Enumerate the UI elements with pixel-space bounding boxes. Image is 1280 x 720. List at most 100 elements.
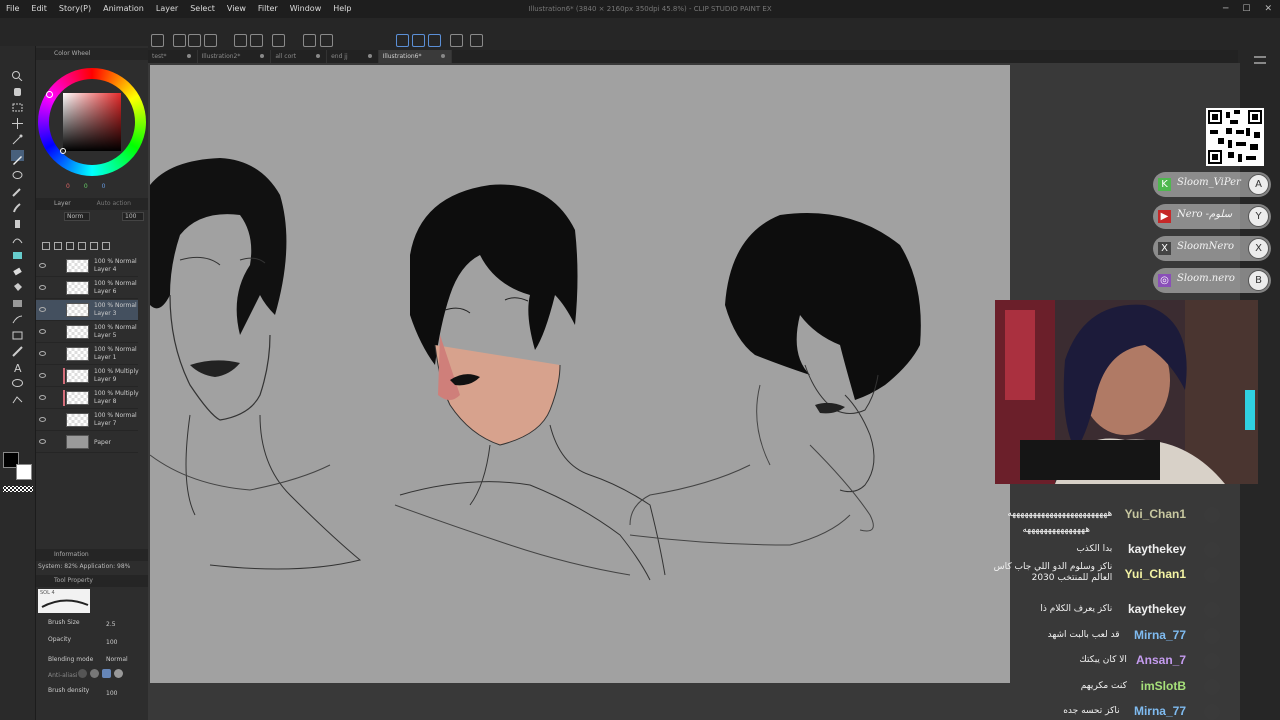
- crop-icon[interactable]: [320, 34, 333, 47]
- wand-tool-icon[interactable]: [11, 130, 24, 145]
- settings-icon[interactable]: [470, 34, 483, 47]
- layer-row[interactable]: 100 % Normal Layer 1: [36, 344, 138, 365]
- tab-close-icon[interactable]: [441, 54, 446, 58]
- tab-layer[interactable]: Layer: [54, 200, 71, 207]
- snap-ruler-icon[interactable]: [412, 34, 425, 47]
- tab-test[interactable]: test*: [148, 50, 198, 63]
- zoom-tool-icon[interactable]: [11, 66, 24, 82]
- menu-layer[interactable]: Layer: [150, 0, 184, 18]
- gradient-tool-icon[interactable]: [11, 294, 24, 307]
- tab-all-cort[interactable]: all cort: [271, 50, 328, 63]
- lasso-tool-icon[interactable]: [11, 166, 24, 179]
- delete-layer-icon[interactable]: [102, 242, 110, 250]
- blend-tool-icon[interactable]: [11, 246, 24, 259]
- pen-tool-icon[interactable]: [11, 150, 24, 165]
- figure-tool-icon[interactable]: [11, 310, 24, 324]
- drawing-canvas[interactable]: [150, 65, 1010, 683]
- text-tool-icon[interactable]: A: [11, 358, 24, 375]
- visibility-eye-icon[interactable]: [39, 329, 46, 334]
- layer-opacity-field[interactable]: 100: [122, 212, 144, 221]
- visibility-eye-icon[interactable]: [39, 373, 46, 378]
- device-icon[interactable]: [450, 34, 463, 47]
- tab-close-icon[interactable]: [316, 54, 321, 58]
- brush-size-value[interactable]: 2.5: [106, 621, 116, 628]
- merge-icon[interactable]: [90, 242, 98, 250]
- select-tool-icon[interactable]: [11, 98, 24, 112]
- aa-weak-icon[interactable]: [90, 669, 99, 678]
- visibility-eye-icon[interactable]: [39, 417, 46, 422]
- layer-row[interactable]: Paper: [36, 432, 138, 453]
- new-raster-layer-icon[interactable]: [42, 242, 50, 250]
- mask-icon[interactable]: [78, 242, 86, 250]
- eraser-tool-icon[interactable]: [11, 262, 24, 276]
- menu-edit[interactable]: Edit: [25, 0, 53, 18]
- ruler-tool-icon[interactable]: [11, 342, 24, 357]
- move-tool-icon[interactable]: [11, 114, 24, 129]
- brush-tool-icon[interactable]: [11, 198, 24, 213]
- undo-icon[interactable]: [234, 34, 247, 47]
- layer-row[interactable]: 100 % Normal Layer 3: [36, 300, 138, 321]
- menu-story[interactable]: Story(P): [53, 0, 97, 18]
- layer-row[interactable]: 100 % Normal Layer 5: [36, 322, 138, 343]
- dock-menu-icon[interactable]: [1254, 56, 1266, 64]
- visibility-eye-icon[interactable]: [39, 285, 46, 290]
- sub-color-swatch[interactable]: [16, 464, 32, 480]
- maximize-icon[interactable]: ☐: [1242, 3, 1250, 15]
- layer-row[interactable]: 100 % Normal Layer 4: [36, 256, 138, 277]
- anti-aliasing-options[interactable]: [78, 669, 132, 679]
- brush-density-value[interactable]: 100: [106, 690, 117, 697]
- new-vector-layer-icon[interactable]: [54, 242, 62, 250]
- aa-strong-icon[interactable]: [114, 669, 123, 678]
- tab-illustration2[interactable]: Illustration2*: [198, 50, 272, 63]
- tab-auto-action[interactable]: Auto action: [97, 200, 131, 207]
- airbrush-tool-icon[interactable]: [11, 214, 24, 228]
- visibility-eye-icon[interactable]: [39, 395, 46, 400]
- frame-tool-icon[interactable]: [11, 326, 24, 340]
- blending-mode-value[interactable]: Normal: [106, 656, 128, 663]
- menu-view[interactable]: View: [221, 0, 252, 18]
- tab-end-jj[interactable]: end jj: [327, 50, 379, 63]
- tab-illustration6[interactable]: Illustration6*: [378, 50, 453, 63]
- aa-medium-icon[interactable]: [102, 669, 111, 678]
- flip-icon[interactable]: [303, 34, 316, 47]
- layer-row[interactable]: 100 % Normal Layer 7: [36, 410, 138, 431]
- pencil-tool-icon[interactable]: [11, 182, 24, 197]
- hue-marker-icon[interactable]: [46, 91, 53, 98]
- correct-line-tool-icon[interactable]: [11, 390, 24, 404]
- transparent-color-swatch[interactable]: [3, 486, 33, 492]
- visibility-eye-icon[interactable]: [39, 307, 46, 312]
- menu-filter[interactable]: Filter: [252, 0, 284, 18]
- saturation-value-square[interactable]: [63, 93, 121, 151]
- menu-file[interactable]: File: [0, 0, 25, 18]
- menu-help[interactable]: Help: [327, 0, 357, 18]
- balloon-tool-icon[interactable]: [11, 374, 24, 387]
- transform-icon[interactable]: [272, 34, 285, 47]
- redo-icon[interactable]: [250, 34, 263, 47]
- menu-window[interactable]: Window: [284, 0, 328, 18]
- tab-close-icon[interactable]: [367, 54, 372, 58]
- opacity-value[interactable]: 100: [106, 639, 117, 646]
- tab-close-icon[interactable]: [260, 54, 265, 58]
- layer-row[interactable]: 100 % Multiply Layer 8: [36, 388, 139, 409]
- new-folder-icon[interactable]: [66, 242, 74, 250]
- save-icon[interactable]: [204, 34, 217, 47]
- layer-row[interactable]: 100 % Multiply Layer 9: [36, 366, 139, 387]
- close-icon[interactable]: ✕: [1264, 3, 1272, 15]
- home-icon[interactable]: [151, 34, 164, 47]
- menu-animation[interactable]: Animation: [97, 0, 150, 18]
- visibility-eye-icon[interactable]: [39, 439, 46, 444]
- aa-none-icon[interactable]: [78, 669, 87, 678]
- new-file-icon[interactable]: [173, 34, 186, 47]
- decoration-tool-icon[interactable]: [11, 230, 24, 244]
- layer-row[interactable]: 100 % Normal Layer 6: [36, 278, 138, 299]
- minimize-icon[interactable]: ─: [1223, 3, 1228, 15]
- snap-line-icon[interactable]: [396, 34, 409, 47]
- snap-grid-icon[interactable]: [428, 34, 441, 47]
- tab-close-icon[interactable]: [186, 54, 191, 58]
- hand-tool-icon[interactable]: [11, 82, 24, 96]
- value-marker-icon[interactable]: [60, 148, 66, 154]
- visibility-eye-icon[interactable]: [39, 263, 46, 268]
- menu-select[interactable]: Select: [184, 0, 221, 18]
- layer-blend-select[interactable]: Norm: [64, 212, 90, 221]
- fill-tool-icon[interactable]: [11, 278, 24, 291]
